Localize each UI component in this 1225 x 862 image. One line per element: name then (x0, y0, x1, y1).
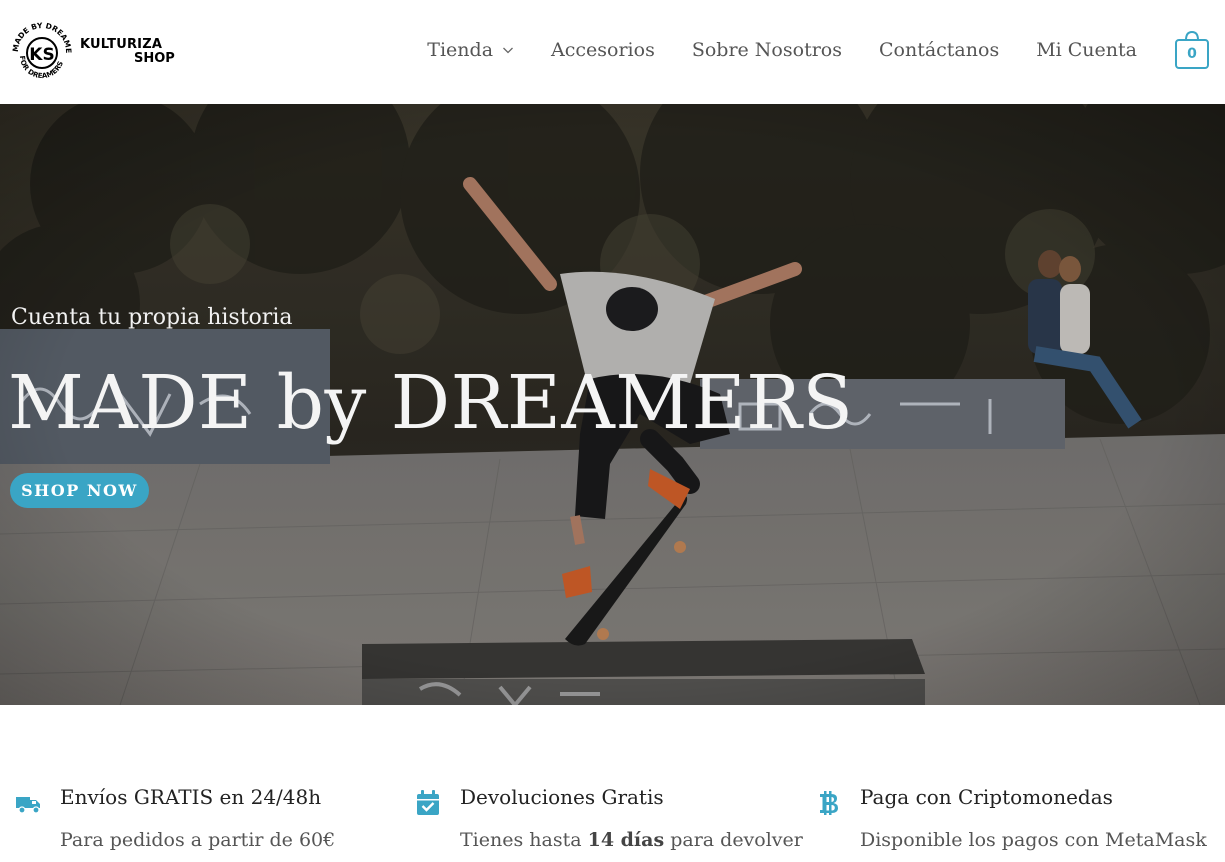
feature-description: Disponible los pagos con MetaMask (860, 829, 1207, 851)
chevron-down-icon (503, 47, 513, 54)
nav-item-contactanos[interactable]: Contáctanos (879, 39, 999, 61)
logo-name-line2: SHOP (134, 51, 175, 66)
features-section: Envíos GRATIS en 24/48h Para pedidos a p… (0, 705, 1225, 862)
nav-item-label: Sobre Nosotros (691, 39, 842, 61)
bitcoin-icon (820, 791, 838, 815)
logo-name-line1: KULTURIZA (80, 37, 163, 52)
feature-title: Devoluciones Gratis (460, 785, 664, 809)
nav-item-label: Mi Cuenta (1036, 39, 1137, 61)
feature-description-highlight: 14 días (587, 829, 665, 851)
logo-wordmark: KULTURIZA SHOP (80, 38, 175, 66)
nav-item-tienda[interactable]: Tienda (427, 39, 514, 61)
shop-now-button[interactable]: SHOP NOW (10, 473, 149, 508)
feature-description: Tienes hasta 14 días para devolver (460, 829, 803, 851)
feature-description-prefix: Tienes hasta (460, 829, 588, 851)
feature-description-suffix: para devolver (664, 829, 803, 851)
nav-item-sobre-nosotros[interactable]: Sobre Nosotros (692, 39, 842, 61)
site-logo[interactable]: MADE BY DREAMERS FOR DREAMERS KS KULTURI… (7, 13, 180, 84)
nav-item-mi-cuenta[interactable]: Mi Cuenta (1036, 39, 1137, 61)
nav-item-label: Tienda (427, 39, 494, 61)
hero-banner: Cuenta tu propia historia MADE by DREAME… (0, 104, 1225, 705)
main-nav: Tienda Accesorios Sobre Nosotros Contáct… (427, 0, 1137, 100)
feature-title: Envíos GRATIS en 24/48h (60, 785, 322, 809)
hero-subtitle: Cuenta tu propia historia (11, 305, 293, 330)
logo-initials: KS (29, 45, 54, 65)
feature-description: Para pedidos a partir de 60€ (60, 829, 336, 851)
calendar-check-icon (417, 790, 439, 815)
site-header: MADE BY DREAMERS FOR DREAMERS KS KULTURI… (0, 0, 1225, 104)
cart-count: 0 (1187, 46, 1197, 62)
hero-title: MADE by DREAMERS (8, 360, 854, 446)
truck-icon (16, 797, 40, 814)
nav-item-label: Accesorios (551, 39, 655, 61)
feature-title: Paga con Criptomonedas (860, 785, 1113, 809)
cart-button[interactable]: 0 (1175, 30, 1209, 70)
logo-badge: MADE BY DREAMERS FOR DREAMERS KS (7, 13, 74, 84)
nav-item-label: Contáctanos (878, 39, 1000, 61)
nav-item-accesorios[interactable]: Accesorios (551, 39, 655, 61)
